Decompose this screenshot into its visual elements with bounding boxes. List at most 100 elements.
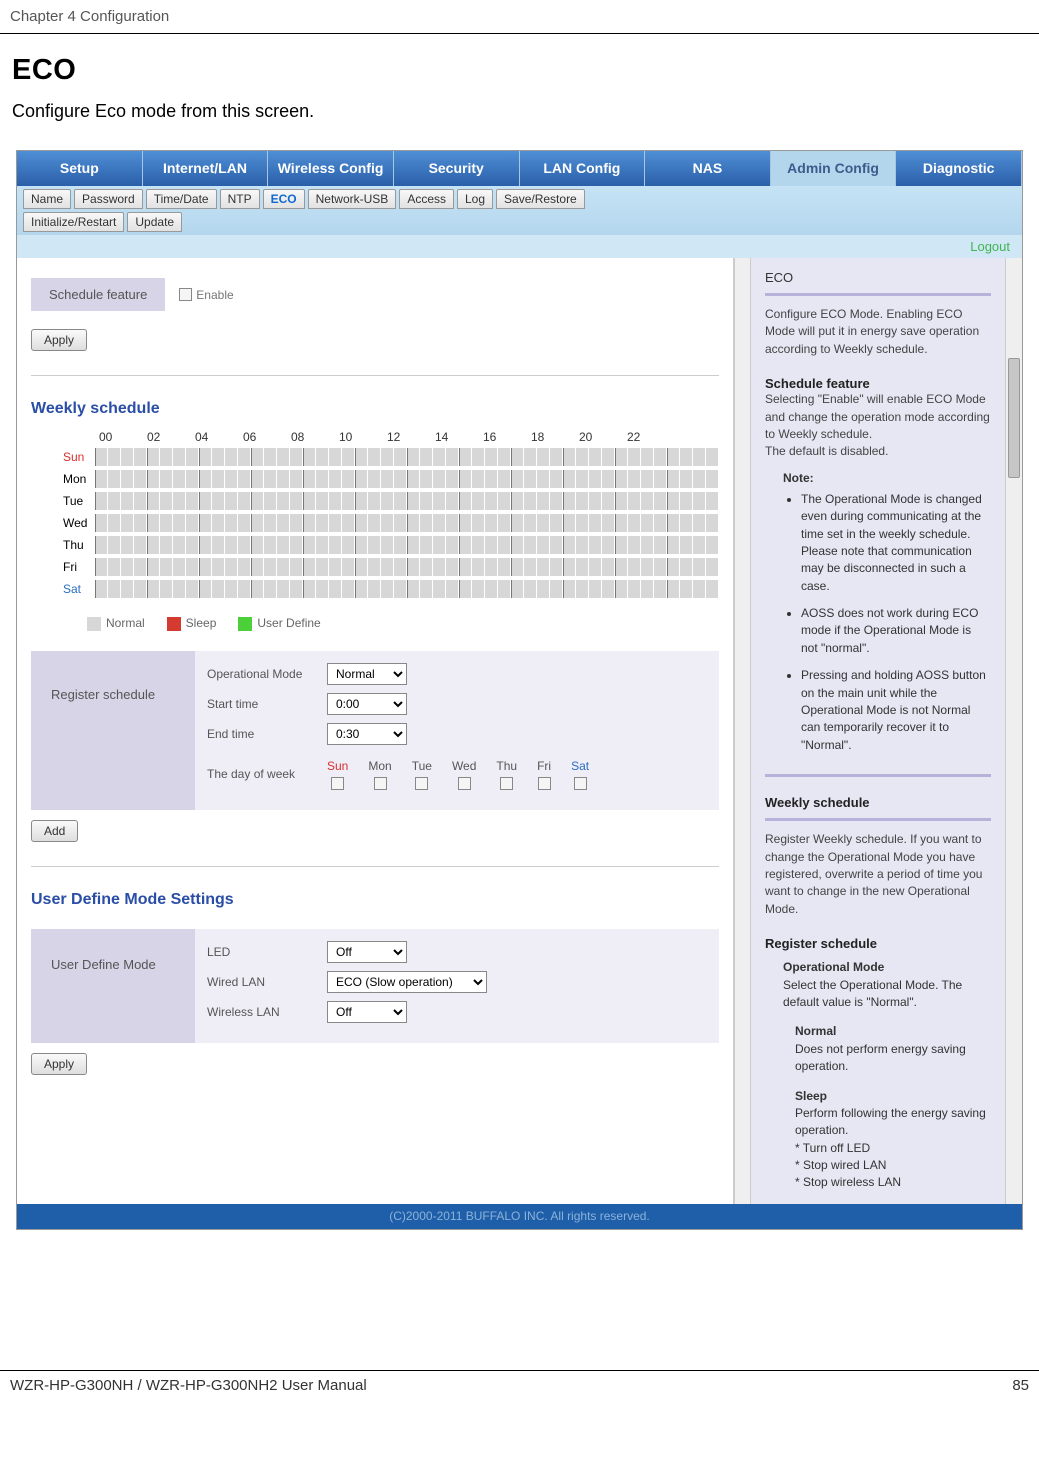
schedule-cell[interactable] — [134, 536, 146, 554]
schedule-cell[interactable] — [108, 470, 120, 488]
schedule-cell[interactable] — [303, 558, 315, 576]
schedule-cell[interactable] — [667, 470, 679, 488]
schedule-cell[interactable] — [147, 558, 159, 576]
schedule-cell[interactable] — [355, 470, 367, 488]
schedule-cell[interactable] — [108, 558, 120, 576]
schedule-cell[interactable] — [407, 536, 419, 554]
schedule-cell[interactable] — [381, 492, 393, 510]
subtab-log[interactable]: Log — [457, 189, 493, 209]
schedule-cell[interactable] — [355, 536, 367, 554]
schedule-cell[interactable] — [641, 448, 653, 466]
schedule-cell[interactable] — [576, 492, 588, 510]
schedule-cell[interactable] — [186, 536, 198, 554]
schedule-cell[interactable] — [602, 580, 614, 598]
schedule-cell[interactable] — [472, 580, 484, 598]
schedule-cell[interactable] — [342, 580, 354, 598]
tab-setup[interactable]: Setup — [17, 151, 143, 186]
schedule-cell[interactable] — [511, 558, 523, 576]
schedule-cell[interactable] — [615, 514, 627, 532]
right-scrollbar[interactable] — [1005, 258, 1022, 1204]
dow-checkbox[interactable] — [374, 777, 387, 790]
schedule-cell[interactable] — [394, 470, 406, 488]
schedule-cell[interactable] — [212, 580, 224, 598]
schedule-cell[interactable] — [290, 470, 302, 488]
schedule-cell[interactable] — [589, 536, 601, 554]
schedule-cell[interactable] — [381, 448, 393, 466]
schedule-cell[interactable] — [355, 558, 367, 576]
subtab-time-date[interactable]: Time/Date — [146, 189, 217, 209]
schedule-cell[interactable] — [407, 580, 419, 598]
schedule-cell[interactable] — [147, 536, 159, 554]
schedule-cell[interactable] — [628, 470, 640, 488]
schedule-cell[interactable] — [446, 514, 458, 532]
schedule-cell[interactable] — [212, 448, 224, 466]
schedule-cell[interactable] — [485, 492, 497, 510]
subtab-ntp[interactable]: NTP — [220, 189, 260, 209]
schedule-cell[interactable] — [459, 558, 471, 576]
schedule-cell[interactable] — [420, 470, 432, 488]
schedule-cell[interactable] — [342, 492, 354, 510]
schedule-cell[interactable] — [134, 580, 146, 598]
subtab-initialize-restart[interactable]: Initialize/Restart — [23, 212, 124, 232]
schedule-cell[interactable] — [121, 536, 133, 554]
schedule-cell[interactable] — [225, 580, 237, 598]
schedule-cell[interactable] — [368, 558, 380, 576]
schedule-cell[interactable] — [394, 580, 406, 598]
schedule-cell[interactable] — [381, 580, 393, 598]
schedule-cell[interactable] — [173, 448, 185, 466]
schedule-cell[interactable] — [537, 580, 549, 598]
schedule-cell[interactable] — [121, 514, 133, 532]
schedule-cell[interactable] — [537, 514, 549, 532]
schedule-cell[interactable] — [225, 558, 237, 576]
schedule-cell[interactable] — [498, 536, 510, 554]
schedule-cell[interactable] — [654, 448, 666, 466]
tab-internet-lan[interactable]: Internet/LAN — [143, 151, 269, 186]
schedule-cell[interactable] — [706, 558, 718, 576]
schedule-cell[interactable] — [433, 536, 445, 554]
tab-nas[interactable]: NAS — [645, 151, 771, 186]
schedule-cell[interactable] — [563, 580, 575, 598]
schedule-cell[interactable] — [459, 514, 471, 532]
schedule-cell[interactable] — [342, 470, 354, 488]
schedule-cell[interactable] — [225, 492, 237, 510]
schedule-cell[interactable] — [199, 470, 211, 488]
schedule-cell[interactable] — [550, 492, 562, 510]
schedule-cell[interactable] — [407, 558, 419, 576]
schedule-cell[interactable] — [160, 558, 172, 576]
schedule-cell[interactable] — [498, 580, 510, 598]
tab-security[interactable]: Security — [394, 151, 520, 186]
schedule-cell[interactable] — [329, 514, 341, 532]
subtab-password[interactable]: Password — [74, 189, 143, 209]
schedule-cell[interactable] — [628, 558, 640, 576]
schedule-cell[interactable] — [199, 492, 211, 510]
schedule-cell[interactable] — [446, 492, 458, 510]
schedule-cell[interactable] — [667, 448, 679, 466]
schedule-cell[interactable] — [589, 558, 601, 576]
dow-checkbox[interactable] — [538, 777, 551, 790]
schedule-cell[interactable] — [641, 492, 653, 510]
schedule-cell[interactable] — [277, 558, 289, 576]
schedule-cell[interactable] — [472, 470, 484, 488]
schedule-cell[interactable] — [498, 558, 510, 576]
schedule-cell[interactable] — [485, 580, 497, 598]
schedule-cell[interactable] — [563, 470, 575, 488]
schedule-cell[interactable] — [524, 536, 536, 554]
schedule-cell[interactable] — [459, 492, 471, 510]
schedule-cell[interactable] — [602, 470, 614, 488]
schedule-cell[interactable] — [355, 448, 367, 466]
schedule-cell[interactable] — [589, 448, 601, 466]
schedule-cell[interactable] — [212, 558, 224, 576]
schedule-cell[interactable] — [706, 470, 718, 488]
schedule-cell[interactable] — [316, 470, 328, 488]
schedule-cell[interactable] — [264, 536, 276, 554]
schedule-cell[interactable] — [641, 580, 653, 598]
schedule-cell[interactable] — [329, 536, 341, 554]
schedule-cell[interactable] — [186, 580, 198, 598]
schedule-cell[interactable] — [628, 492, 640, 510]
schedule-cell[interactable] — [472, 492, 484, 510]
apply-button-1[interactable]: Apply — [31, 329, 87, 351]
schedule-cell[interactable] — [238, 536, 250, 554]
schedule-cell[interactable] — [264, 514, 276, 532]
schedule-cell[interactable] — [303, 514, 315, 532]
schedule-cell[interactable] — [459, 470, 471, 488]
